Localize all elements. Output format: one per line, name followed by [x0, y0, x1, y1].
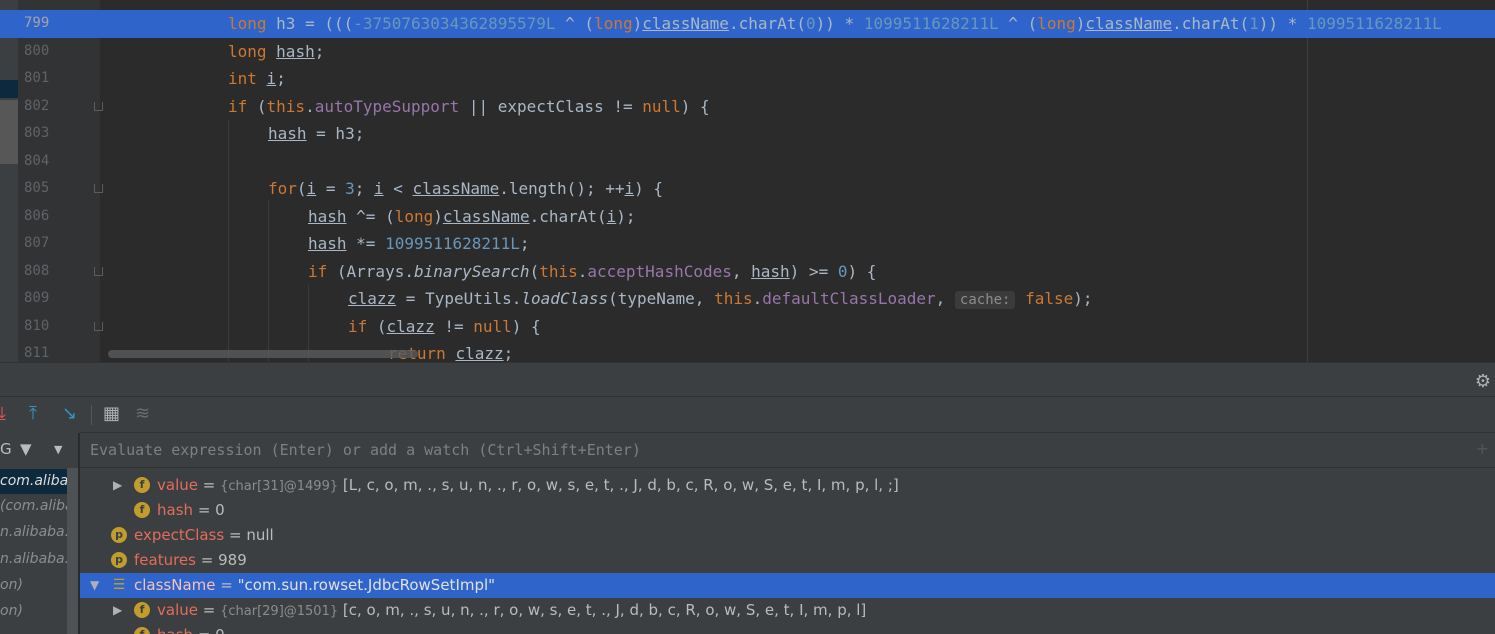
code-line[interactable]: 808 if (Arrays.binarySearch(this.acceptH… — [0, 258, 1495, 286]
step-into-red-icon[interactable]: ⤓ — [0, 403, 6, 424]
parameter-icon: p — [111, 552, 127, 568]
variables-tree: ▶ f value = {char[31]@1499} [L, c, o, m,… — [80, 468, 1495, 634]
debug-panel-header: ⚙ — [0, 362, 1495, 397]
line-number: 778 — [24, 0, 54, 10]
variable-name: value — [157, 601, 198, 619]
fold-marker-icon[interactable] — [94, 184, 103, 193]
filter-icon[interactable]: ▼ — [20, 440, 32, 458]
line-number: 801 — [24, 70, 50, 86]
fold-marker-icon[interactable] — [94, 101, 103, 111]
line-number: 803 — [24, 125, 50, 141]
line-number: 811 — [24, 345, 50, 361]
expand-arrow-icon[interactable]: ▶ — [113, 598, 122, 623]
code-line[interactable]: 804 — [0, 148, 1495, 176]
field-icon: f — [134, 602, 150, 618]
code-text: if (Arrays.binarySearch(this.acceptHashC… — [308, 261, 877, 281]
code-line[interactable]: 801 int i; — [0, 65, 1495, 93]
line-number: 808 — [24, 262, 50, 279]
line-number: 809 — [24, 290, 50, 306]
code-line[interactable]: 802 if (this.autoTypeSupport || expectCl… — [0, 93, 1495, 121]
code-line[interactable]: 806 hash ^= (long)className.charAt(i); — [0, 203, 1495, 231]
code-text: if (clazz != null) { — [348, 316, 541, 336]
variable-row[interactable]: p expectClass = null — [80, 523, 1495, 548]
code-line[interactable]: 803 hash = h3; — [0, 120, 1495, 148]
table-icon[interactable]: ▦ — [103, 403, 120, 424]
code-text: long hash; — [228, 41, 325, 61]
variable-row[interactable]: f hash = 0 — [80, 498, 1495, 523]
variable-name: value — [157, 476, 198, 494]
line-number: 810 — [24, 317, 50, 334]
code-text: long h3 = (((-3750763034362895579L ^ (lo… — [228, 14, 1442, 33]
local-variable-icon: ☰ — [112, 577, 126, 593]
code-text: hash = h3; — [268, 124, 365, 143]
line-number: 800 — [24, 42, 50, 59]
toolbar-separator — [91, 405, 92, 425]
code-line[interactable]: 800 long hash; — [0, 38, 1495, 66]
variable-row[interactable]: ▶ f value = {char[29]@1501} [c, o, m, .,… — [80, 598, 1495, 623]
variable-row-selected[interactable]: ▼ ☰ className = "com.sun.rowset.JdbcRowS… — [80, 573, 1495, 598]
code-line[interactable]: 809 clazz = TypeUtils.loadClass(typeName… — [0, 285, 1495, 313]
variable-value: 0 — [215, 626, 225, 634]
horizontal-scrollbar[interactable] — [108, 350, 418, 358]
code-line-current[interactable]: 799 long h3 = (((-3750763034362895579L ^… — [0, 10, 1495, 38]
fold-marker-icon[interactable] — [94, 266, 103, 276]
variable-value: [L, c, o, m, ., s, u, n, ., r, o, w, s, … — [342, 476, 899, 494]
collapse-arrow-icon[interactable]: ▼ — [90, 573, 99, 598]
variable-name: hash — [157, 626, 193, 634]
variable-row[interactable]: ▶ f value = {char[31]@1499} [L, c, o, m,… — [80, 473, 1495, 498]
variable-type: {char[29]@1501} — [220, 604, 339, 619]
code-text: clazz = TypeUtils.loadClass(typeName, th… — [348, 289, 1093, 309]
variable-value: null — [246, 526, 274, 544]
line-number: 807 — [24, 235, 50, 251]
code-text: hash *= 1099511628211L; — [308, 234, 530, 253]
line-number: 804 — [24, 152, 50, 169]
code-text: if (this.autoTypeSupport || expectClass … — [228, 96, 710, 116]
variable-type: {char[31]@1499} — [220, 479, 339, 494]
evaluate-placeholder: Evaluate expression (Enter) or add a wat… — [90, 441, 641, 459]
variable-value: 989 — [218, 551, 247, 569]
add-watch-icon[interactable]: + — [1476, 439, 1489, 458]
code-line[interactable]: 810 if (clazz != null) { — [0, 313, 1495, 341]
variable-value: 0 — [215, 501, 225, 519]
line-number: 802 — [24, 97, 50, 114]
line-number: 806 — [24, 207, 50, 224]
code-editor[interactable]: 778 799 long h3 = (((-375076303436289557… — [0, 0, 1495, 362]
run-to-cursor-icon[interactable]: ↘ — [62, 403, 77, 424]
param-hint: cache: — [954, 291, 1016, 309]
code-line[interactable]: 807 hash *= 1099511628211L; — [0, 230, 1495, 258]
line-number: 805 — [24, 180, 50, 196]
field-icon: f — [134, 627, 150, 634]
frames-splitter[interactable] — [67, 468, 78, 634]
frames-header-label: G — [0, 440, 12, 458]
debug-toolbar: ⤓ ⤒ ↘ ▦ ≋ — [0, 396, 1495, 433]
field-icon: f — [134, 477, 150, 493]
parameter-icon: p — [111, 527, 127, 543]
field-icon: f — [134, 502, 150, 518]
restore-icon[interactable]: ≋ — [135, 403, 150, 424]
expand-arrow-icon[interactable]: ▶ — [113, 473, 122, 498]
code-line[interactable]: 805 for(i = 3; i < className.length(); +… — [0, 175, 1495, 203]
variable-row[interactable]: p features = 989 — [80, 548, 1495, 573]
code-text: int i; — [228, 69, 286, 88]
line-number: 799 — [24, 15, 50, 31]
gear-icon[interactable]: ⚙ — [1475, 371, 1491, 392]
evaluate-expression-field[interactable]: Evaluate expression (Enter) or add a wat… — [80, 432, 1495, 468]
variable-row[interactable]: f hash = 0 — [80, 623, 1495, 634]
variable-value: "com.sun.rowset.JdbcRowSetImpl" — [237, 576, 496, 594]
variable-name: expectClass — [134, 526, 225, 544]
variable-name: className — [134, 576, 216, 594]
variable-name: hash — [157, 501, 194, 519]
step-out-icon[interactable]: ⤒ — [29, 403, 37, 424]
code-text: for(i = 3; i < className.length(); ++i) … — [268, 179, 664, 198]
fold-marker-icon[interactable] — [94, 321, 103, 331]
variable-value: [c, o, m, ., s, u, n, ., r, o, w, s, e, … — [342, 601, 867, 619]
variable-name: features — [134, 551, 196, 569]
code-text: hash ^= (long)className.charAt(i); — [308, 206, 636, 226]
code-line: 778 — [0, 0, 1495, 10]
chevron-down-icon[interactable]: ▼ — [54, 443, 62, 456]
frames-header: G ▼ ▼ — [0, 432, 78, 468]
